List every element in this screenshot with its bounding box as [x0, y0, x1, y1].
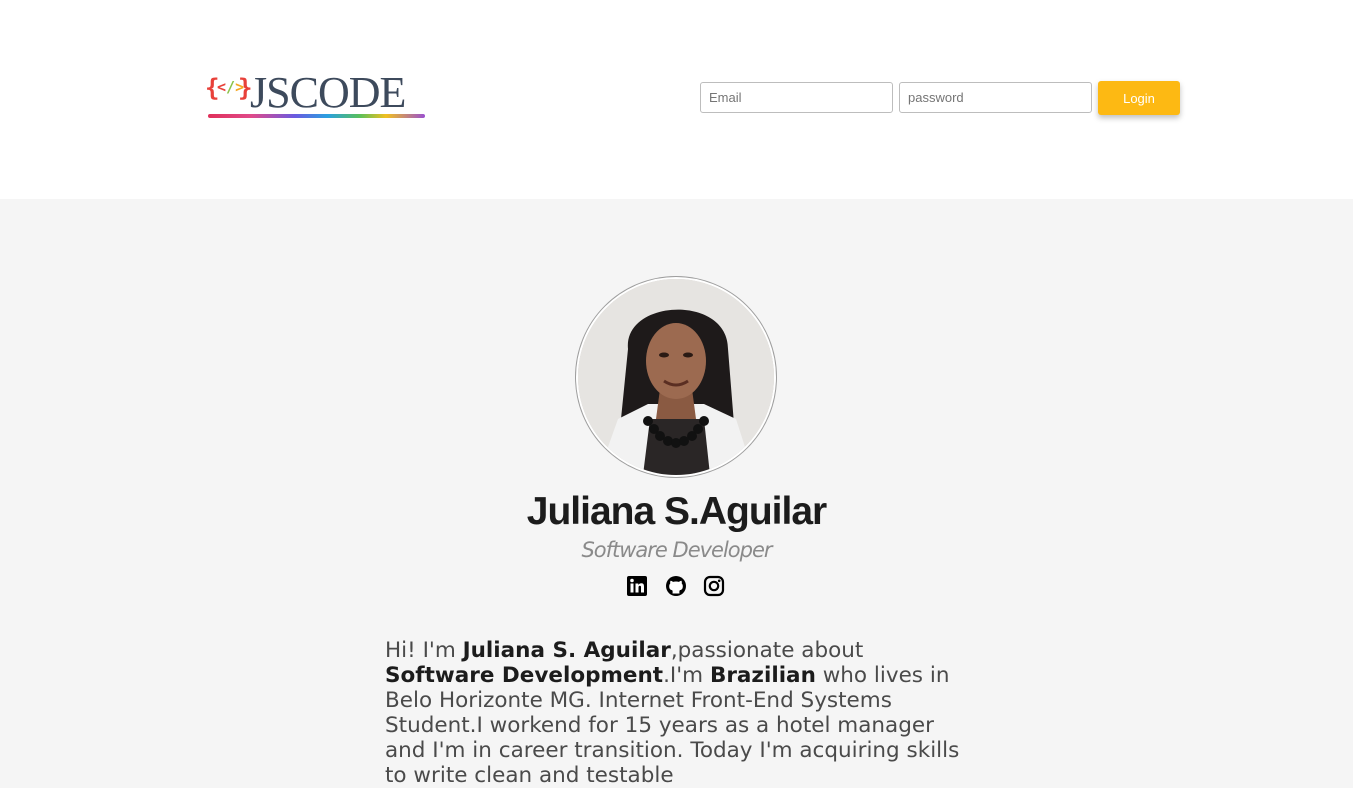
logo-gradient-underline [208, 114, 425, 118]
bio-highlight-nationality: Brazilian [709, 663, 816, 688]
profile-role: Software Developer [581, 538, 772, 562]
email-input[interactable] [700, 82, 893, 113]
bio-paragraph: Hi! I'm Juliana S. Aguilar,passionate ab… [385, 638, 960, 788]
password-input[interactable] [899, 82, 1092, 113]
bio-highlight-name: Juliana S. Aguilar [462, 638, 671, 663]
jscode-logo[interactable]: { </> } JSCODE [205, 68, 427, 120]
logo-wordmark: JSCODE [250, 68, 406, 117]
github-icon[interactable] [665, 575, 687, 597]
profile-name: Juliana S.Aguilar [526, 490, 827, 533]
site-header: { </> } JSCODE Login [0, 0, 1353, 199]
bio-highlight-field: Software Development [385, 663, 664, 688]
login-button[interactable]: Login [1098, 81, 1180, 115]
linkedin-icon[interactable] [626, 575, 648, 597]
profile-avatar [576, 277, 776, 477]
profile-photo [578, 279, 774, 475]
instagram-icon[interactable] [703, 575, 725, 597]
